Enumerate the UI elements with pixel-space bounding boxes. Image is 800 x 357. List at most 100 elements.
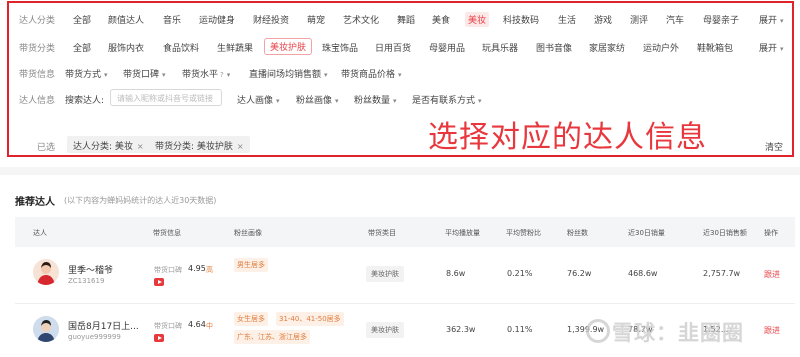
- goods-cat-apparel[interactable]: 服饰内衣: [108, 41, 144, 54]
- talent-cat-pets[interactable]: 萌宠: [307, 13, 325, 26]
- reputation-score: 4.95: [188, 264, 206, 273]
- goods-cat-books[interactable]: 图书音像: [536, 41, 572, 54]
- col-talent: 达人: [33, 229, 47, 237]
- tag-label: 带货分类: 美妆护肤: [155, 142, 233, 152]
- reputation-label: 带货口碑: [154, 322, 182, 330]
- chevron-down-icon: ▾: [780, 17, 784, 25]
- goods-cat-jewelry[interactable]: 珠宝饰品: [322, 41, 358, 54]
- avatar[interactable]: [33, 259, 59, 285]
- col-revenue-30d[interactable]: 近30日销售额: [703, 228, 747, 238]
- goods-cat-fresh[interactable]: 生鲜蔬果: [217, 41, 253, 54]
- fan-tag: 女生居多: [234, 312, 268, 326]
- col-category: 带货类目: [368, 229, 396, 237]
- fan-tag: 31-40、41-50居多: [276, 312, 344, 326]
- talent-name[interactable]: 里季～稽爷: [68, 263, 113, 276]
- goods-cat-outdoor[interactable]: 运动户外: [643, 41, 679, 54]
- row-divider: [15, 303, 795, 304]
- chevron-down-icon: ▾: [324, 71, 328, 79]
- chevron-down-icon: ▾: [478, 97, 482, 105]
- dropdown-label: 是否有联系方式: [412, 96, 476, 106]
- chevron-down-icon: ▾: [398, 71, 402, 79]
- col-sales-30d[interactable]: 近30日销量: [628, 228, 665, 238]
- live-avg-sales-dropdown[interactable]: 直播间场均销售额 ▾: [249, 67, 328, 80]
- talent-cat-expand[interactable]: 展开 ▾: [759, 13, 784, 26]
- search-input[interactable]: 请输入昵称或抖音号或链接: [110, 89, 222, 106]
- reputation-level: 中: [206, 322, 213, 330]
- sales-30d: 468.6w: [628, 269, 658, 278]
- clear-button[interactable]: 清空: [765, 140, 783, 153]
- fan-tag: 广东、江苏、浙江居多: [234, 330, 310, 344]
- chevron-down-icon: ▾: [276, 97, 280, 105]
- page: 达人分类 全部 颜值达人 音乐 运动健身 财经投资 萌宠 艺术文化 舞蹈 美食 …: [0, 0, 800, 357]
- goods-cat-shoes[interactable]: 鞋靴箱包: [697, 41, 733, 54]
- talent-cat-beauty[interactable]: 美妆: [465, 12, 490, 27]
- talent-cat-tech[interactable]: 科技数码: [503, 13, 539, 26]
- col-fans[interactable]: 粉丝数: [567, 228, 588, 238]
- goods-category-label: 带货分类: [19, 44, 56, 54]
- dropdown-label: 粉丝画像: [296, 96, 333, 106]
- expand-label: 展开: [759, 44, 778, 54]
- dropdown-label: 带货方式: [65, 70, 102, 80]
- talent-cat-parenting[interactable]: 母婴亲子: [703, 13, 739, 26]
- douyin-video-icon[interactable]: [154, 278, 164, 286]
- help-icon[interactable]: ?: [220, 71, 224, 79]
- col-like-fan-ratio[interactable]: 平均赞粉比: [506, 228, 541, 238]
- talent-cat-life[interactable]: 生活: [558, 13, 576, 26]
- category-pill: 美妆护肤: [366, 266, 404, 282]
- talent-cat-food[interactable]: 美食: [432, 13, 450, 26]
- goods-cat-daily[interactable]: 日用百货: [375, 41, 411, 54]
- talent-name[interactable]: 国岳8月17日上...: [68, 319, 139, 332]
- chevron-down-icon: ▾: [162, 71, 166, 79]
- col-avg-play[interactable]: 平均播放量: [445, 228, 480, 238]
- has-contact-dropdown[interactable]: 是否有联系方式 ▾: [412, 93, 482, 106]
- fan-tag: 男生居多: [234, 258, 268, 272]
- talent-cat-dance[interactable]: 舞蹈: [397, 13, 415, 26]
- goods-price-dropdown[interactable]: 带货商品价格 ▾: [341, 67, 402, 80]
- goods-cat-home[interactable]: 家居家纺: [589, 41, 625, 54]
- expand-label: 展开: [759, 16, 778, 26]
- talent-profile-dropdown[interactable]: 达人画像 ▾: [237, 93, 280, 106]
- follow-up-link[interactable]: 跟进: [764, 325, 780, 336]
- talent-cat-music[interactable]: 音乐: [163, 13, 181, 26]
- sales-method-dropdown[interactable]: 带货方式 ▾: [65, 67, 108, 80]
- talent-cat-fitness[interactable]: 运动健身: [199, 13, 235, 26]
- goods-cat-food[interactable]: 食品饮料: [163, 41, 199, 54]
- section-divider: [0, 167, 800, 175]
- talent-cat-finance[interactable]: 财经投资: [253, 13, 289, 26]
- like-fan-ratio: 0.21%: [507, 269, 533, 278]
- col-goods-info: 带货信息: [153, 229, 181, 237]
- follow-up-link[interactable]: 跟进: [764, 269, 780, 280]
- douyin-video-icon[interactable]: [154, 334, 164, 342]
- avatar[interactable]: [33, 316, 59, 342]
- talent-cat-auto[interactable]: 汽车: [666, 13, 684, 26]
- talent-cat-art[interactable]: 艺术文化: [343, 13, 379, 26]
- selected-tag[interactable]: 达人分类: 美妆 ×: [67, 136, 150, 153]
- like-fan-ratio: 0.11%: [507, 325, 533, 334]
- talent-category-label: 达人分类: [19, 16, 56, 26]
- dropdown-label: 带货口碑: [123, 70, 160, 80]
- goods-cat-baby[interactable]: 母婴用品: [429, 41, 465, 54]
- fan-profile-dropdown[interactable]: 粉丝画像 ▾: [296, 93, 339, 106]
- goods-cat-toys[interactable]: 玩具乐器: [482, 41, 518, 54]
- talent-cat-beauty-face[interactable]: 颜值达人: [108, 13, 144, 26]
- talent-cat-all[interactable]: 全部: [73, 13, 91, 26]
- goods-cat-expand[interactable]: 展开 ▾: [759, 41, 784, 54]
- chevron-down-icon: ▾: [393, 97, 397, 105]
- goods-cat-all[interactable]: 全部: [73, 41, 91, 54]
- talent-cat-review[interactable]: 测评: [630, 13, 648, 26]
- dropdown-label: 达人画像: [237, 96, 274, 106]
- close-icon[interactable]: ×: [237, 142, 244, 151]
- selected-tag[interactable]: 带货分类: 美妆护肤 ×: [149, 136, 250, 153]
- reputation-dropdown[interactable]: 带货口碑 ▾: [123, 67, 166, 80]
- talent-cat-games[interactable]: 游戏: [594, 13, 612, 26]
- close-icon[interactable]: ×: [137, 142, 144, 151]
- reputation-label: 带货口碑: [154, 266, 182, 274]
- sales-level-dropdown[interactable]: 带货水平? ▾: [182, 67, 230, 80]
- tag-label: 达人分类: 美妆: [73, 142, 133, 152]
- selected-label: 已选: [37, 143, 56, 153]
- dropdown-label: 带货商品价格: [341, 70, 396, 80]
- search-talent-label: 搜索达人:: [65, 96, 105, 106]
- goods-cat-beauty-skincare[interactable]: 美妆护肤: [264, 38, 313, 55]
- watermark: 雪球：韭圈圈: [612, 321, 744, 345]
- fan-count-dropdown[interactable]: 粉丝数量 ▾: [354, 93, 397, 106]
